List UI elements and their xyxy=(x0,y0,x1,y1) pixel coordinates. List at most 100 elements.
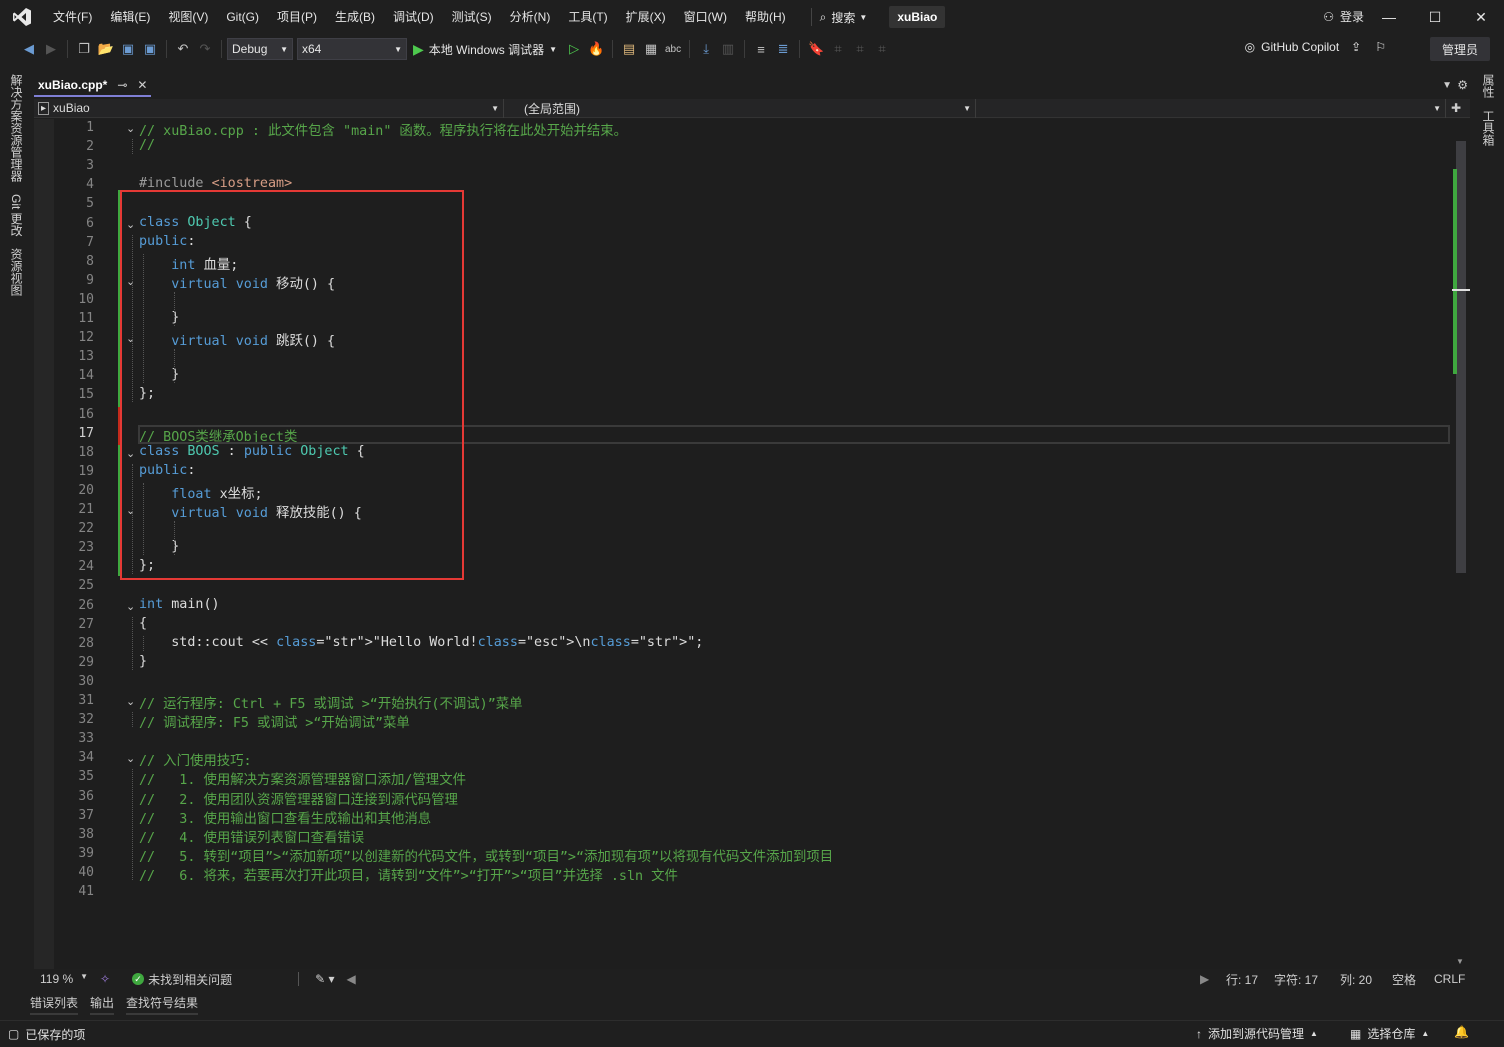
whitespace-indicator[interactable]: 空格 xyxy=(1392,969,1416,989)
solution-platform-select[interactable]: x64 ▼ xyxy=(297,38,407,60)
zoom-dropdown[interactable]: 119 % ▼ xyxy=(34,972,94,986)
minimize-button[interactable]: — xyxy=(1366,0,1412,34)
editor-tab-xubiao-cpp[interactable]: xuBiao.cpp* ⊸ ✕ xyxy=(34,75,152,97)
tab-output[interactable]: 输出 xyxy=(90,994,115,1015)
login-button[interactable]: ⚇ 登录 xyxy=(1323,8,1364,25)
close-button[interactable]: ✕ xyxy=(1458,0,1504,34)
github-copilot-button[interactable]: ◎ GitHub Copilot ⇪ ⚐ xyxy=(1245,40,1386,54)
select-repository-button[interactable]: ▦ 选择仓库 ▲ xyxy=(1350,1025,1429,1042)
scroll-left-icon[interactable]: ◀ xyxy=(341,972,362,986)
collapse-icon[interactable]: ⌄ xyxy=(126,123,138,135)
menu-item[interactable]: 项目(P) xyxy=(268,0,326,34)
code-line[interactable]: } xyxy=(139,654,147,669)
code-line[interactable]: // 2. 使用团队资源管理器窗口连接到源代码管理 xyxy=(139,788,458,808)
git-changes-tab[interactable]: Git 更改 xyxy=(8,194,25,237)
code-line[interactable]: // 4. 使用错误列表窗口查看错误 xyxy=(139,826,364,846)
issues-indicator[interactable]: ✓ 未找到相关问题 xyxy=(126,971,238,988)
code-line[interactable]: // 6. 将来，若要再次打开此项目，请转到“文件”>“打开”>“项目”并选择 … xyxy=(139,864,678,884)
redo-icon[interactable]: ↷ xyxy=(194,38,216,60)
pin-icon[interactable]: ⊸ xyxy=(117,78,127,92)
open-folder-icon[interactable]: 📂 xyxy=(95,38,117,60)
code-line[interactable]: // 3. 使用输出窗口查看生成输出和其他消息 xyxy=(139,807,431,827)
save-all-icon[interactable]: ▣ xyxy=(139,38,161,60)
collapse-icon[interactable]: ⌄ xyxy=(126,753,138,765)
solution-configuration-select[interactable]: Debug ▼ xyxy=(227,38,293,60)
code-cleanup-icon[interactable]: ✎ ▾ xyxy=(309,972,340,986)
tab-find-symbol-results[interactable]: 查找符号结果 xyxy=(126,994,199,1015)
step-icon[interactable]: ⤓ xyxy=(695,38,717,60)
code-line[interactable]: int main() xyxy=(139,597,220,612)
scroll-down-icon[interactable]: ▼ xyxy=(1456,957,1464,966)
code-line[interactable]: // 5. 转到“项目”>“添加新项”以创建新的代码文件，或转到“项目”>“添加… xyxy=(139,845,833,865)
column-indicator[interactable]: 列: 20 xyxy=(1340,969,1372,989)
code-line[interactable]: // 1. 使用解决方案资源管理器窗口添加/管理文件 xyxy=(139,768,466,788)
code-line[interactable]: std::cout << class="str">"Hello World!cl… xyxy=(139,635,703,650)
collapse-icon[interactable]: ⌄ xyxy=(126,601,138,613)
toolbox-tab[interactable]: 工具箱 xyxy=(1480,110,1497,146)
properties-tab[interactable]: 属性 xyxy=(1480,74,1497,98)
menu-item[interactable]: 帮助(H) xyxy=(736,0,795,34)
scope-dropdown[interactable]: (全局范围) ▼ xyxy=(504,98,976,118)
spell-check-icon[interactable]: abc xyxy=(662,38,684,60)
save-icon[interactable]: ▣ xyxy=(117,38,139,60)
code-line[interactable]: // 入门使用技巧: xyxy=(139,749,252,769)
split-editor-icon[interactable]: ✚ xyxy=(1446,101,1466,115)
solution-explorer-icon[interactable]: ▤ xyxy=(618,38,640,60)
resource-view-tab[interactable]: 资源视图 xyxy=(8,248,25,296)
gear-icon[interactable]: ⚙ xyxy=(1457,78,1468,92)
code-line[interactable]: // 运行程序: Ctrl + F5 或调试 >“开始执行(不调试)”菜单 xyxy=(139,692,523,712)
start-debugging-button[interactable]: ▶ 本地 Windows 调试器 ▼ xyxy=(407,41,563,58)
collapse-icon[interactable]: ⌄ xyxy=(126,696,138,708)
hot-reload-icon[interactable]: 🔥 xyxy=(585,38,607,60)
code-line[interactable]: // xyxy=(139,138,155,153)
code-line[interactable]: #include <iostream> xyxy=(139,176,292,191)
start-without-debugging-icon[interactable]: ▷ xyxy=(563,38,585,60)
member-dropdown[interactable]: ▼ xyxy=(976,98,1446,118)
admin-badge[interactable]: 管理员 xyxy=(1430,37,1490,61)
clear-bookmarks-icon[interactable]: ⌗ xyxy=(871,38,893,60)
project-dropdown[interactable]: ▸ xuBiao ▼ xyxy=(34,98,504,118)
forward-icon[interactable]: ▶ xyxy=(40,38,62,60)
maximize-button[interactable]: ☐ xyxy=(1412,0,1458,34)
menu-item[interactable]: 调试(D) xyxy=(384,0,443,34)
menu-item[interactable]: 分析(N) xyxy=(501,0,560,34)
code-editor[interactable]: 1 2 3 4 5 6 7 8 9 10 11 12 13 14 15 16 17 18 19 20 21 22 23 24 2… xyxy=(34,119,1452,969)
visual-studio-logo[interactable] xyxy=(0,0,44,34)
menu-item[interactable]: 文件(F) xyxy=(44,0,101,34)
code-line[interactable]: { xyxy=(139,616,147,631)
back-icon[interactable]: ◀ xyxy=(18,38,40,60)
menu-item[interactable]: 扩展(X) xyxy=(617,0,675,34)
tab-overflow-icon[interactable]: ▼ xyxy=(1442,80,1452,91)
close-tab-icon[interactable]: ✕ xyxy=(137,78,147,92)
code-line[interactable]: // xuBiao.cpp : 此文件包含 "main" 函数。程序执行将在此处… xyxy=(139,119,627,139)
uncomment-lines-icon[interactable]: ≣ xyxy=(772,38,794,60)
window-layout-icon[interactable]: ▦ xyxy=(640,38,662,60)
comment-lines-icon[interactable]: ≡ xyxy=(750,38,772,60)
previous-bookmark-icon[interactable]: ⌗ xyxy=(827,38,849,60)
scrollbar-thumb[interactable] xyxy=(1456,141,1466,573)
menu-item[interactable]: Git(G) xyxy=(217,0,268,34)
new-project-icon[interactable]: ❐ xyxy=(73,38,95,60)
menu-item[interactable]: 视图(V) xyxy=(159,0,217,34)
menu-item[interactable]: 工具(T) xyxy=(559,0,616,34)
notifications-icon[interactable]: 🔔 xyxy=(1454,1025,1469,1039)
intellicode-icon[interactable]: ✧ xyxy=(94,972,116,986)
char-indicator[interactable]: 字符: 17 xyxy=(1274,969,1318,989)
line-indicator[interactable]: 行: 17 xyxy=(1226,969,1258,989)
tab-error-list[interactable]: 错误列表 xyxy=(30,994,79,1015)
next-bookmark-icon[interactable]: ⌗ xyxy=(849,38,871,60)
glyph-margin[interactable] xyxy=(34,119,54,969)
menu-item[interactable]: 窗口(W) xyxy=(675,0,736,34)
search-box[interactable]: ⌕ 搜索 ▼ xyxy=(803,5,876,29)
breakpoint-icon[interactable]: ▥ xyxy=(717,38,739,60)
code-line[interactable]: // 调试程序: F5 或调试 >“开始调试”菜单 xyxy=(139,711,410,731)
undo-icon[interactable]: ↶ xyxy=(172,38,194,60)
menu-item[interactable]: 编辑(E) xyxy=(101,0,159,34)
solution-explorer-tab[interactable]: 解决方案资源管理器 xyxy=(8,74,25,182)
vertical-scrollbar[interactable]: ▼ xyxy=(1452,119,1470,969)
bookmark-icon[interactable]: 🔖 xyxy=(805,38,827,60)
menu-item[interactable]: 测试(S) xyxy=(443,0,501,34)
scroll-right-icon[interactable]: ▶ xyxy=(1200,969,1209,989)
line-ending-indicator[interactable]: CRLF xyxy=(1434,969,1465,989)
add-to-source-control-button[interactable]: ↑ 添加到源代码管理 ▲ xyxy=(1196,1025,1318,1042)
